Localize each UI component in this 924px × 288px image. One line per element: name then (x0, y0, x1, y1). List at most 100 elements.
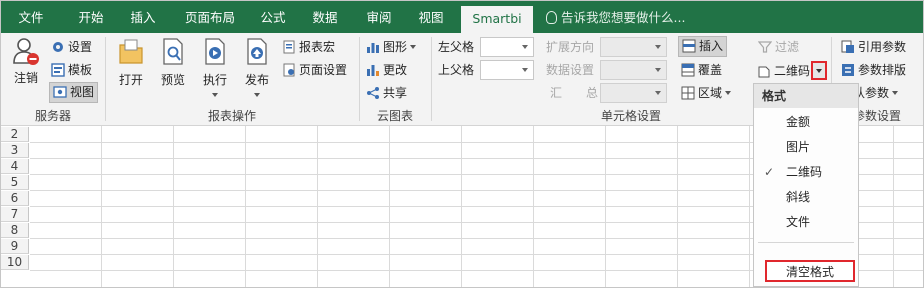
menu-item-label: 文件 (786, 215, 811, 229)
user-logout-icon (12, 37, 40, 67)
report-macro-label: 报表宏 (299, 40, 336, 54)
grid-column-line (173, 126, 174, 287)
row-header[interactable]: 4 (1, 159, 29, 174)
grid-column-line (893, 126, 894, 287)
eye-icon (53, 85, 67, 99)
menu-item-diagonal[interactable]: 斜线 (754, 185, 858, 209)
tab-smartbi[interactable]: Smartbi (461, 6, 533, 33)
ribbon-tab-bar: 文件 开始 插入 页面布局 公式 数据 审阅 视图 Smartbi 告诉我您想要… (1, 1, 923, 33)
row-header[interactable]: 8 (1, 223, 29, 238)
menu-header: 格式 (754, 84, 858, 108)
change-button[interactable]: 更改 (366, 60, 407, 80)
menu-separator (758, 242, 854, 243)
left-parent-select[interactable] (480, 37, 534, 57)
menu-item-label: 金额 (786, 115, 811, 129)
menu-item-label: 二维码 (786, 165, 823, 179)
excel-window: 文件 开始 插入 页面布局 公式 数据 审阅 视图 Smartbi 告诉我您想要… (0, 0, 924, 288)
template-icon (51, 63, 65, 77)
menu-item-file[interactable]: 文件 (754, 210, 858, 234)
preview-label: 预览 (160, 73, 185, 87)
row-header[interactable]: 9 (1, 239, 29, 254)
chevron-down-icon (519, 38, 531, 56)
page-setup-button[interactable]: 页面设置 (282, 60, 347, 80)
tab-insert[interactable]: 插入 (121, 1, 165, 33)
grid-column-line (389, 126, 390, 287)
row-header[interactable]: 3 (1, 143, 29, 158)
data-setting-select[interactable] (600, 60, 667, 80)
report-macro-button[interactable]: 报表宏 (282, 37, 335, 57)
tab-review[interactable]: 审阅 (357, 1, 401, 33)
preview-icon (159, 37, 187, 67)
open-folder-icon (117, 37, 145, 67)
group-label-cloud: 云图表 (376, 109, 413, 123)
region-button[interactable]: 区域 (681, 83, 732, 103)
filter-button[interactable]: 过滤 (757, 37, 800, 57)
preview-button[interactable]: 预览 (154, 37, 192, 88)
insert-button[interactable]: 插入 (678, 36, 728, 57)
group-separator (431, 37, 432, 121)
left-parent-label: 左父格 (438, 40, 475, 54)
region-label: 区域 (698, 86, 723, 100)
group-label-report: 报表操作 (207, 109, 256, 123)
qrcode-format-button[interactable]: 二维码 (753, 61, 857, 82)
grid-column-line (677, 126, 678, 287)
qrcode-label: 二维码 (774, 64, 811, 78)
qrcode-format[interactable]: 二维码 (757, 61, 810, 81)
run-button[interactable]: 执行 (196, 37, 234, 102)
top-parent-label: 上父格 (438, 63, 475, 77)
row-header[interactable]: 2 (1, 127, 29, 142)
menu-item-amount[interactable]: 金额 (754, 110, 858, 134)
publish-button[interactable]: 发布 (238, 37, 276, 102)
change-label: 更改 (383, 63, 408, 77)
filter-label: 过滤 (775, 40, 800, 54)
tab-view[interactable]: 视图 (409, 1, 453, 33)
clear-format-button[interactable]: 清空格式 (765, 260, 855, 282)
row-header[interactable]: 5 (1, 175, 29, 190)
settings-button[interactable]: 设置 (51, 37, 92, 57)
grid-column-line (461, 126, 462, 287)
run-icon (201, 37, 229, 67)
menu-item-qrcode[interactable]: ✓ 二维码 (754, 160, 858, 184)
aggregate-select[interactable] (600, 83, 667, 103)
run-dropdown-caret[interactable] (196, 88, 234, 102)
chart-label: 图形 (383, 40, 408, 54)
run-label: 执行 (202, 73, 227, 87)
grid-column-line (749, 126, 750, 287)
region-caret-icon (725, 91, 732, 95)
expand-direction-select[interactable] (600, 37, 667, 57)
page-icon (757, 64, 771, 78)
publish-dropdown-caret[interactable] (238, 88, 276, 102)
template-button[interactable]: 模板 (51, 60, 92, 80)
tab-data[interactable]: 数据 (303, 1, 347, 33)
data-setting-label: 数据设置 (546, 63, 595, 77)
logout-button[interactable]: 注销 (7, 37, 45, 86)
checkmark-icon: ✓ (764, 165, 775, 179)
tab-home[interactable]: 开始 (69, 1, 113, 33)
view-button[interactable]: 视图 (49, 82, 99, 103)
lightbulb-icon (546, 11, 557, 24)
share-button[interactable]: 共享 (366, 83, 407, 103)
top-parent-select[interactable] (480, 60, 534, 80)
cover-button[interactable]: 覆盖 (681, 60, 722, 80)
chevron-down-icon (652, 61, 664, 79)
row-header[interactable]: 7 (1, 207, 29, 222)
row-header[interactable]: 10 (1, 255, 29, 270)
chart-button[interactable]: 图形 (366, 37, 417, 57)
gear-icon (51, 40, 65, 54)
tab-page-layout[interactable]: 页面布局 (175, 1, 245, 33)
menu-item-label: 斜线 (786, 190, 811, 204)
grid-column-line (317, 126, 318, 287)
group-label-cell: 单元格设置 (600, 109, 661, 123)
menu-item-image[interactable]: 图片 (754, 135, 858, 159)
chevron-down-icon (652, 38, 664, 56)
macro-icon (282, 40, 296, 54)
qrcode-dropdown-arrow[interactable] (811, 61, 827, 80)
row-header[interactable]: 6 (1, 191, 29, 206)
ref-param-button[interactable]: 引用参数 (841, 37, 906, 57)
open-label: 打开 (118, 73, 143, 87)
tell-me-text: 告诉我您想要做什么... (561, 10, 686, 25)
tab-file[interactable]: 文件 (9, 1, 53, 33)
tab-formulas[interactable]: 公式 (251, 1, 295, 33)
open-button[interactable]: 打开 (112, 37, 150, 88)
tell-me-search[interactable]: 告诉我您想要做什么... (546, 1, 685, 33)
